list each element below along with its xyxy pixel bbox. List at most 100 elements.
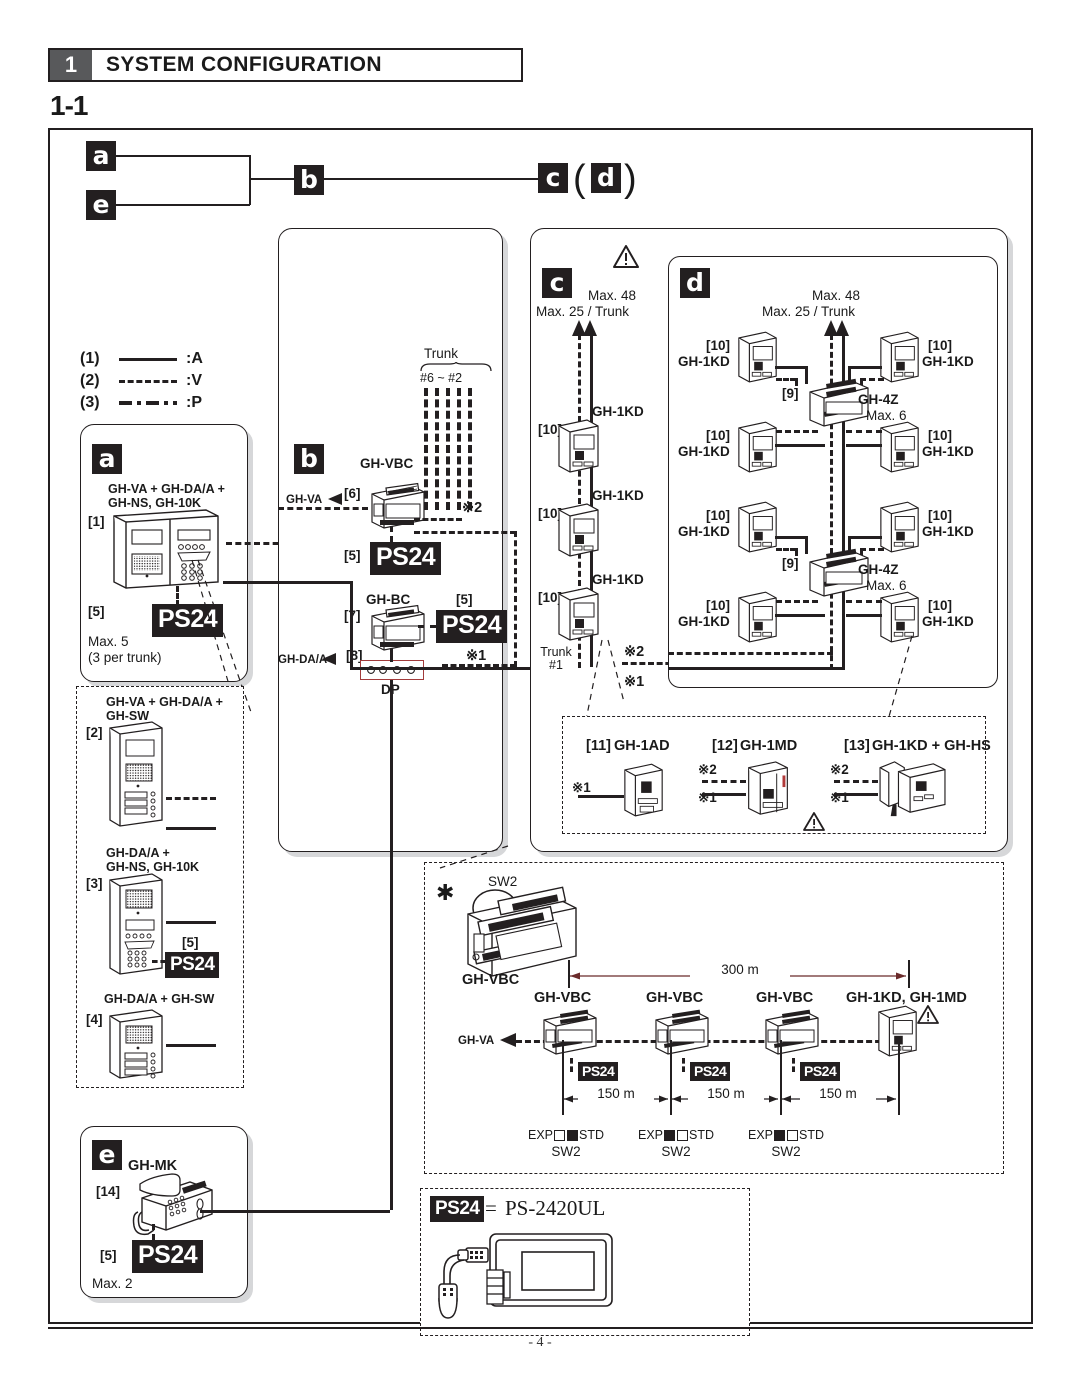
gh-1kd-station-illustration <box>878 420 922 476</box>
sw-std-label: STD <box>579 1128 604 1142</box>
panel-b-vbc-video-out1 <box>414 518 462 521</box>
legend-label: :A <box>186 350 203 367</box>
legend-label: :V <box>186 372 202 389</box>
line-type-legend: (1) :A (2) :V (3) :P <box>80 348 203 414</box>
d-r4r-audio <box>846 614 882 617</box>
panel-b-bc-ps24-ref: [5] <box>456 592 473 607</box>
gh-va-arrow-icon <box>328 492 350 506</box>
legend-row: (1) :A <box>80 348 203 370</box>
flow-tag-a: a <box>86 141 116 171</box>
option-13-ref: [13] <box>844 738 870 754</box>
panel-d-station-8-ref: [10] <box>928 598 953 613</box>
panel-b-trunk-range: #6 ~ #2 <box>420 371 463 385</box>
panel-c-uplink-arrows <box>570 320 600 340</box>
d-r1l-video <box>776 378 796 381</box>
legend-row: (3) :P <box>80 392 203 414</box>
distance-node-1-ps24: PS24 <box>578 1062 619 1081</box>
panel-e-ps24-badge: PS24 <box>132 1240 204 1273</box>
distance-total-label: 300 m <box>690 962 790 977</box>
gh-da-arrow-icon <box>322 652 344 666</box>
asterisk-marker: ✱ <box>436 880 455 905</box>
panel-d-option-leaders <box>880 635 940 722</box>
sw-std-label: STD <box>689 1128 714 1142</box>
gh-vbc-large-illustration <box>460 886 584 982</box>
legend-label: :P <box>186 394 202 411</box>
distance-node-3-ps24: PS24 <box>800 1062 841 1081</box>
distance-node-3-sw-row: EXP STD <box>736 1128 836 1142</box>
variant-3-audio-link <box>166 921 216 924</box>
panel-a-ps24-ref: [5] <box>88 604 105 619</box>
flow-link-e <box>116 204 250 206</box>
gh-vbc-module-illustration <box>366 482 428 530</box>
distance-node-3-power-link <box>792 1058 795 1072</box>
sw-exp-box <box>664 1130 675 1142</box>
legend-key: (2) <box>80 372 100 389</box>
subsection-number: 1-1 <box>50 90 88 121</box>
dp-terminal-block <box>360 660 424 680</box>
distance-node-1-sw2: SW2 <box>551 1144 581 1159</box>
variant-4-audio-link <box>166 1044 216 1047</box>
panel-a-tag: a <box>92 444 122 474</box>
panel-c-station-3-label: GH-1KD <box>592 572 644 587</box>
panel-c-station-1-label: GH-1KD <box>592 404 644 419</box>
d-r1l-video-v <box>795 378 798 386</box>
panel-b-vbc-video-out2 <box>414 531 516 534</box>
panel-b-vbc-ps24-badge: PS24 <box>370 542 442 575</box>
gh-1kd-gh-hs-station-illustration <box>876 758 950 820</box>
sw-exp-label: EXP <box>527 1128 553 1142</box>
paren-close: ) <box>624 158 637 200</box>
distance-node-2-sw2: SW2 <box>661 1144 691 1159</box>
sw-std-box <box>567 1130 578 1142</box>
section-header-bar: 1 SYSTEM CONFIGURATION <box>48 48 523 82</box>
sw-exp-label: EXP <box>747 1128 773 1142</box>
flow-tag-b: b <box>294 165 324 195</box>
variant-2-audio-link <box>166 827 216 830</box>
variant-3-power-link <box>152 960 166 963</box>
sw-exp-box <box>554 1130 565 1142</box>
variant-4-title-line1: GH-DA/A + GH-SW <box>104 992 215 1006</box>
distance-node-2-sw-row: EXP STD <box>626 1128 726 1142</box>
panel-b-note2: ※2 <box>462 500 483 516</box>
panel-e-audio-link <box>200 1210 390 1213</box>
distance-seg-1-label: 150 m <box>578 1086 654 1101</box>
a-to-b-audio-bus-top <box>261 581 353 584</box>
distance-seg-2-label: 150 m <box>688 1086 764 1101</box>
page-number: - 4 - <box>528 1335 552 1350</box>
panel-e-ref: [14] <box>96 1184 121 1199</box>
option-12-note2: ※2 <box>698 762 717 777</box>
warning-triangle-icon-distance <box>916 1004 1080 1025</box>
distance-node-3-label: GH-VBC <box>756 990 814 1006</box>
flow-tag-d: d <box>591 163 621 193</box>
panel-b-gh-da-label: GH-DA/A <box>278 654 328 666</box>
panel-d-station-7-label: GH-1KD <box>678 614 730 629</box>
footer-rule <box>48 1327 1033 1329</box>
distance-node-1-label: GH-VBC <box>534 990 592 1006</box>
legend-key: (1) <box>80 350 100 367</box>
panel-e-tag: e <box>92 1140 122 1170</box>
panel-a-power-link <box>176 586 179 606</box>
a-to-b-audio-bus-vert <box>350 581 353 669</box>
dim-150-tick-4 <box>898 1040 900 1115</box>
panel-e-note: Max. 2 <box>92 1276 133 1291</box>
panel-b-bc-power-link <box>418 625 436 628</box>
option-13-note2: ※2 <box>830 762 849 777</box>
d-r4r-video <box>846 600 882 603</box>
distance-node-3-sw2: SW2 <box>771 1144 801 1159</box>
legend-sample-dash <box>119 374 181 388</box>
panel-c-station-2-label: GH-1KD <box>592 488 644 503</box>
gh-1kd-station-illustration <box>878 330 922 386</box>
panel-b-gh-va-label: GH-VA <box>286 494 323 506</box>
door-station-variant-4-illustration <box>106 1008 168 1082</box>
ps24-legend-badge: PS24 <box>430 1196 485 1222</box>
option-13-audio-link <box>834 793 878 796</box>
panel-d-hub-1-ref: [9] <box>782 386 799 401</box>
variant-3-ps24-ref: [5] <box>182 935 199 950</box>
section-number: 1 <box>50 50 92 80</box>
ps24-legend-equals: = <box>485 1196 497 1220</box>
panel-b-vbc-ps24-ref: [5] <box>344 548 361 563</box>
variant-3-ref: [3] <box>86 876 103 891</box>
panel-b-vbc-video-in <box>278 507 368 510</box>
option-11-ref: [11] <box>586 738 611 754</box>
panel-b-dp-trunk-down <box>390 680 393 1210</box>
gh-1kd-station-illustration <box>736 420 780 476</box>
